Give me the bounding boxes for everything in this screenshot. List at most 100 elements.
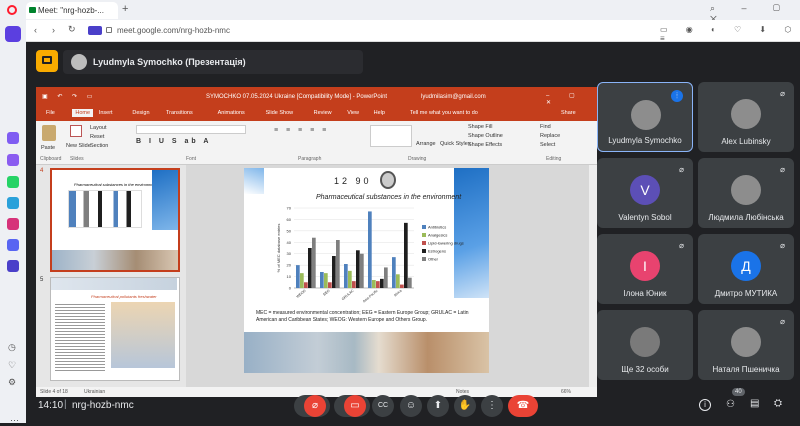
ppt-menu-home[interactable]: Home: [72, 109, 94, 117]
ppt-menu-view[interactable]: View: [347, 110, 359, 116]
participant-tile[interactable]: ⌀ Alex Lubinsky: [698, 82, 794, 152]
scrollbar[interactable]: [589, 165, 597, 387]
nav-back-icon[interactable]: ‹: [34, 25, 37, 35]
main-slide[interactable]: 12 90 Pharmaceutical substances in the e…: [244, 168, 489, 373]
shape-effects-label[interactable]: Shape Effects: [468, 142, 502, 148]
ppt-window-controls[interactable]: – ▢ ✕: [546, 92, 597, 106]
favorites-icon[interactable]: ♡: [8, 360, 16, 371]
browser-tab[interactable]: Meet: "nrg-hozb-...: [26, 2, 118, 19]
ppt-menu: File Home Insert Design Transitions Animation…: [36, 107, 597, 121]
tell-me-search[interactable]: Tell me what you want to do: [410, 110, 478, 116]
url-field[interactable]: meet.google.com/nrg-hozb-nmc: [117, 26, 230, 35]
vpn-badge[interactable]: [88, 26, 102, 35]
select-label[interactable]: Select: [540, 142, 555, 148]
participant-tile[interactable]: V ⌀ Valentyn Sobol: [597, 158, 693, 228]
paste-label[interactable]: Paste: [41, 145, 55, 151]
section-label[interactable]: Section: [90, 143, 108, 149]
participant-tile[interactable]: І ⌀ Ілона Юник: [597, 234, 693, 304]
font-controls[interactable]: [136, 125, 246, 134]
camera-off-button[interactable]: ▭: [344, 395, 366, 417]
chart-bar: [348, 270, 352, 288]
meeting-time: 14:10: [38, 400, 64, 411]
chart-bar: [352, 281, 356, 288]
new-slide-icon[interactable]: [70, 125, 82, 137]
ppt-menu-insert[interactable]: Insert: [99, 110, 113, 116]
present-button[interactable]: ⬆: [427, 395, 449, 417]
history-icon[interactable]: ◷: [8, 342, 16, 353]
more-icon[interactable]: ⋯: [10, 415, 19, 426]
workspace-icon[interactable]: [5, 26, 21, 42]
presenter-label: Lyudmyla Symochko (Презентація): [93, 57, 246, 67]
paragraph-icons[interactable]: ≡ ≡ ≡ ≡ ≡: [274, 127, 329, 134]
participant-tile[interactable]: ⦙ Lyudmyla Symochko: [597, 82, 693, 152]
raise-hand-button[interactable]: ✋: [454, 395, 476, 417]
new-tab-icon[interactable]: +: [122, 3, 128, 15]
thumb-image: [111, 302, 175, 368]
ppt-share-button[interactable]: Share: [561, 110, 576, 116]
shape-fill-label[interactable]: Shape Fill: [468, 124, 492, 130]
aria-icon[interactable]: [7, 132, 19, 144]
chat-icon[interactable]: ▤: [750, 398, 759, 409]
player-icon[interactable]: [7, 260, 19, 272]
presentation-badge[interactable]: [36, 50, 58, 72]
ppt-title-bar: ▣ ↶ ↷ ▭ SYMOCHKO 07.05.2024 Ukraine [Com…: [36, 87, 597, 107]
opera-logo-icon[interactable]: [7, 5, 17, 15]
paste-icon[interactable]: [42, 125, 56, 141]
leave-call-button[interactable]: ☎: [508, 395, 538, 417]
captions-button[interactable]: CC: [372, 395, 394, 417]
shape-outline-label[interactable]: Shape Outline: [468, 133, 503, 139]
thumb-title: Pharmaceutical pollutants freshwater: [91, 294, 157, 299]
ppt-menu-animations[interactable]: Animations: [218, 110, 245, 116]
instagram-icon[interactable]: [7, 218, 19, 230]
find-label[interactable]: Find: [540, 124, 551, 130]
tab-title: Meet: "nrg-hozb-...: [38, 6, 104, 15]
people-icon[interactable]: ⚇: [726, 399, 735, 410]
reactions-button[interactable]: ☺: [400, 395, 422, 417]
reset-label[interactable]: Reset: [90, 134, 104, 140]
nav-forward-icon[interactable]: ›: [52, 25, 55, 35]
slide-caption: MEC = measured environmental concentrati…: [256, 310, 469, 323]
thumbnail-slide-5[interactable]: Pharmaceutical pollutants freshwater: [50, 277, 180, 381]
settings-icon[interactable]: ⚙: [8, 377, 16, 388]
arrange-label[interactable]: Arrange: [416, 141, 436, 147]
messenger-icon[interactable]: [7, 154, 19, 166]
ribbon-group-clipboard: Clipboard: [40, 156, 62, 162]
layout-label[interactable]: Layout: [90, 125, 107, 131]
meeting-info-icon[interactable]: i: [699, 399, 711, 411]
participant-tile[interactable]: ⌀ Наталя Пшеничка: [698, 310, 794, 380]
reload-icon[interactable]: ↻: [68, 24, 76, 35]
thumbnail-slide-4[interactable]: Pharmaceutical substances in the environ…: [50, 168, 180, 272]
participant-tile[interactable]: Ще 32 особи: [597, 310, 693, 380]
toolbar-icons[interactable]: ▭ ◉ ◐ ♡ ⬇ ⬡ ≡: [660, 25, 800, 43]
y-tick-label: 60: [287, 217, 292, 222]
ppt-menu-design[interactable]: Design: [132, 110, 149, 116]
chart-title: Pharmaceutical substances in the environ…: [316, 194, 462, 201]
ppt-menu-review[interactable]: Review: [314, 110, 332, 116]
whatsapp-icon[interactable]: [7, 176, 19, 188]
participant-tile[interactable]: ⌀ Людмила Любінська: [698, 158, 794, 228]
meet-favicon-icon: [29, 7, 36, 13]
ppt-qat-icons[interactable]: ▣ ↶ ↷ ▭: [42, 93, 96, 100]
ppt-menu-help[interactable]: Help: [374, 110, 385, 116]
replace-label[interactable]: Replace: [540, 133, 560, 139]
legend-swatch: [422, 225, 426, 229]
shapes-gallery[interactable]: [370, 125, 412, 147]
chart-bar: [320, 272, 324, 288]
y-tick-label: 20: [287, 263, 292, 268]
discord-icon[interactable]: [7, 239, 19, 251]
font-format-icons[interactable]: B I U S ab A: [136, 138, 211, 145]
chart-bar: [400, 284, 404, 288]
ppt-menu-slide-show[interactable]: Slide Show: [266, 110, 294, 116]
ppt-menu-file[interactable]: File: [46, 110, 55, 116]
participant-name: Ілона Юник: [623, 289, 667, 298]
participant-tile[interactable]: Д ⌀ Дмитро МУТИКА: [698, 234, 794, 304]
telegram-icon[interactable]: [7, 197, 19, 209]
quick-styles-label[interactable]: Quick Styles: [440, 141, 471, 147]
more-options-button[interactable]: ⋮: [481, 395, 503, 417]
new-slide-label[interactable]: New Slide: [66, 143, 91, 149]
chart-bar: [336, 240, 340, 288]
y-axis-label: % of MEC database entries: [276, 224, 281, 273]
ppt-menu-transitions[interactable]: Transitions: [166, 110, 193, 116]
activities-icon[interactable]: ⛭: [774, 398, 782, 409]
mic-off-button[interactable]: ⌀: [304, 395, 326, 417]
